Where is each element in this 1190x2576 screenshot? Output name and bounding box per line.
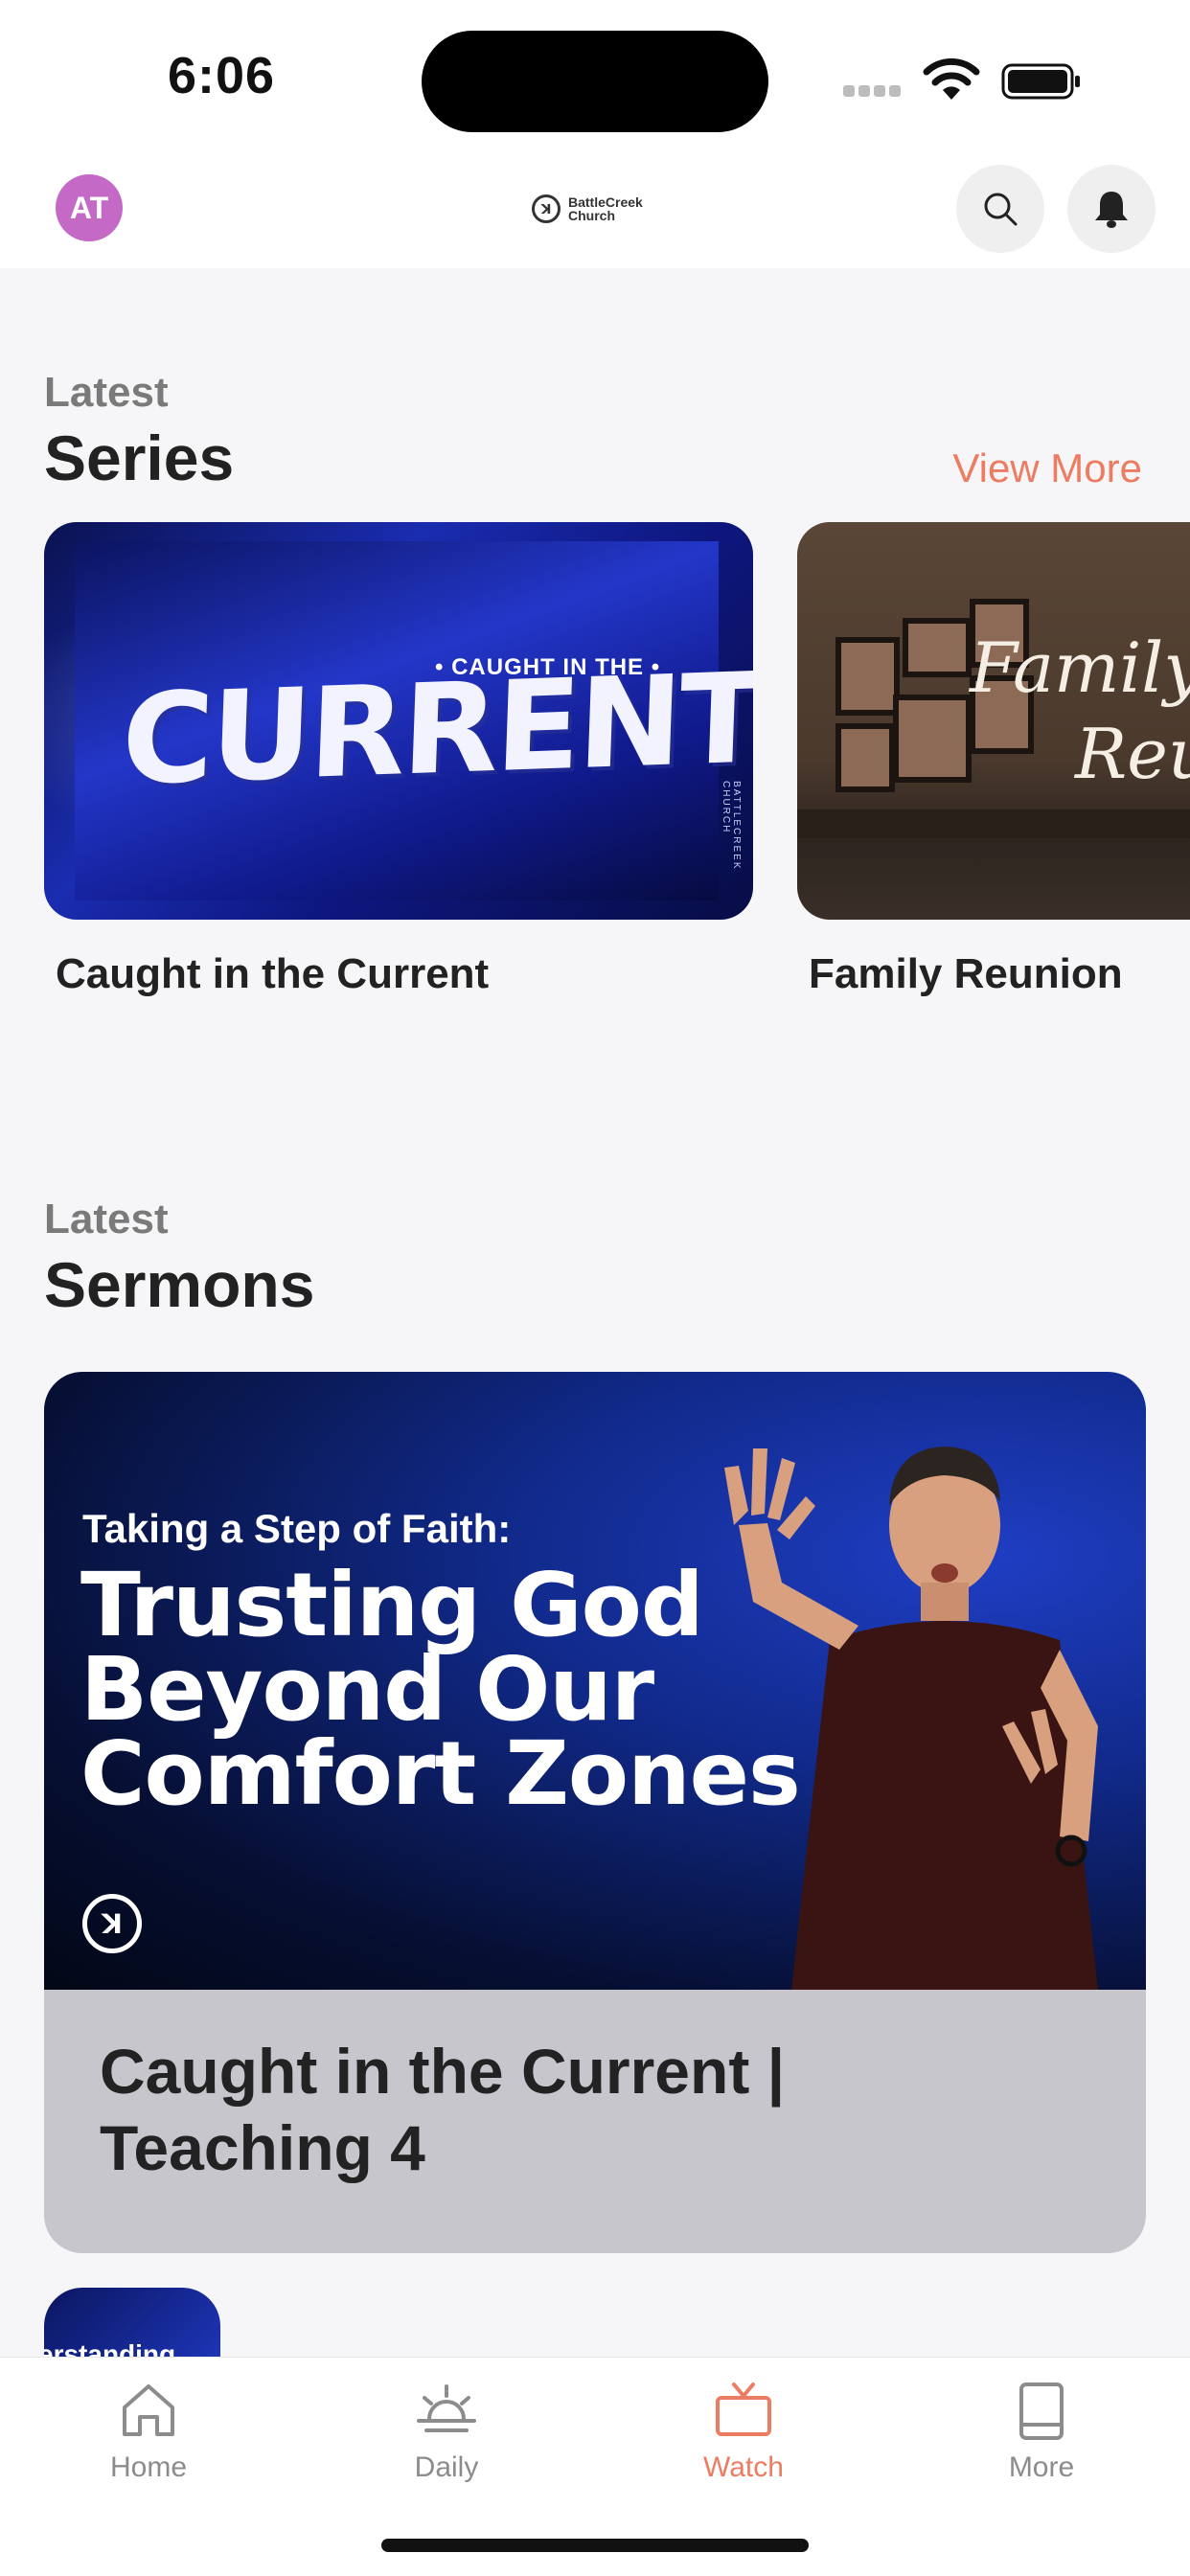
sermons-kicker: Latest [44, 1196, 169, 1242]
tab-label: Home [109, 2451, 188, 2483]
series-label[interactable]: Family Reunion [809, 950, 1123, 998]
bell-icon [1095, 192, 1128, 228]
search-button[interactable] [956, 165, 1044, 253]
cellular-signal-icon [843, 84, 904, 97]
notifications-button[interactable] [1067, 165, 1156, 253]
sunrise-icon [417, 2384, 476, 2432]
church-logo-icon: ꓘ [82, 1894, 142, 1953]
tab-home[interactable]: Home [53, 2377, 244, 2484]
tv-icon [716, 2382, 771, 2436]
avatar[interactable]: AT [56, 174, 123, 241]
dynamic-island [422, 31, 768, 132]
battery-icon [1001, 63, 1080, 100]
tab-watch[interactable]: Watch [648, 2377, 839, 2484]
featured-sermon-card[interactable]: Taking a Step of Faith: Trusting God Bey… [44, 1372, 1146, 2253]
home-icon [123, 2384, 174, 2436]
status-time: 6:06 [168, 47, 276, 104]
thumbnail-title: Trusting God Beyond Our Comfort Zones [80, 1554, 801, 1825]
speaker-image [724, 1447, 1098, 1990]
series-label[interactable]: Caught in the Current [56, 950, 489, 998]
thumbnail-title-line: Comfort Zones [80, 1722, 801, 1825]
search-icon [984, 193, 1018, 226]
logo-mark-icon: ꓘ [532, 194, 561, 223]
series-art-script-1: Family [970, 627, 1190, 708]
tab-label: Watch [703, 2451, 784, 2483]
thumbnail-title-line: Trusting God [80, 1554, 704, 1656]
thumbnail-subtitle: Taking a Step of Faith: [82, 1506, 512, 1551]
tab-label: More [1008, 2451, 1075, 2483]
book-icon [1019, 2382, 1064, 2440]
logo-text-line2: Church [568, 208, 615, 223]
status-bar: 6:06 [0, 0, 1190, 153]
sermon-title: Caught in the Current | Teaching 4 [100, 2036, 786, 2183]
series-kicker: Latest [44, 369, 169, 416]
view-more-link[interactable]: View More [952, 445, 1142, 491]
thumbnail-title-line: Beyond Our [80, 1638, 654, 1741]
series-art-script-2: Reu [1075, 714, 1190, 794]
app-header: AT ꓘ BattleCreek Church [0, 153, 1190, 268]
series-art-title: CURRENT [119, 645, 753, 813]
series-card-caught-in-the-current[interactable]: • CAUGHT IN THE • CURRENT BATTLECREEK CH… [44, 522, 753, 920]
church-logo: ꓘ BattleCreek Church [532, 192, 643, 226]
series-card-family-reunion[interactable]: Family Reu [797, 522, 1190, 920]
sermons-title: Sermons [44, 1249, 315, 1320]
tab-label: Daily [414, 2451, 479, 2483]
logo-text-line1: BattleCreek [568, 194, 643, 210]
tab-more[interactable]: More [946, 2377, 1137, 2484]
sermon-thumbnail: Taking a Step of Faith: Trusting God Bey… [44, 1372, 1146, 1990]
wifi-icon [923, 57, 980, 100]
series-art-vertical-text: BATTLECREEK CHURCH [721, 781, 742, 871]
tab-daily[interactable]: Daily [351, 2377, 542, 2484]
next-sermon-card[interactable]: erstanding [44, 2288, 220, 2364]
series-title: Series [44, 422, 235, 493]
home-indicator [381, 2539, 809, 2552]
